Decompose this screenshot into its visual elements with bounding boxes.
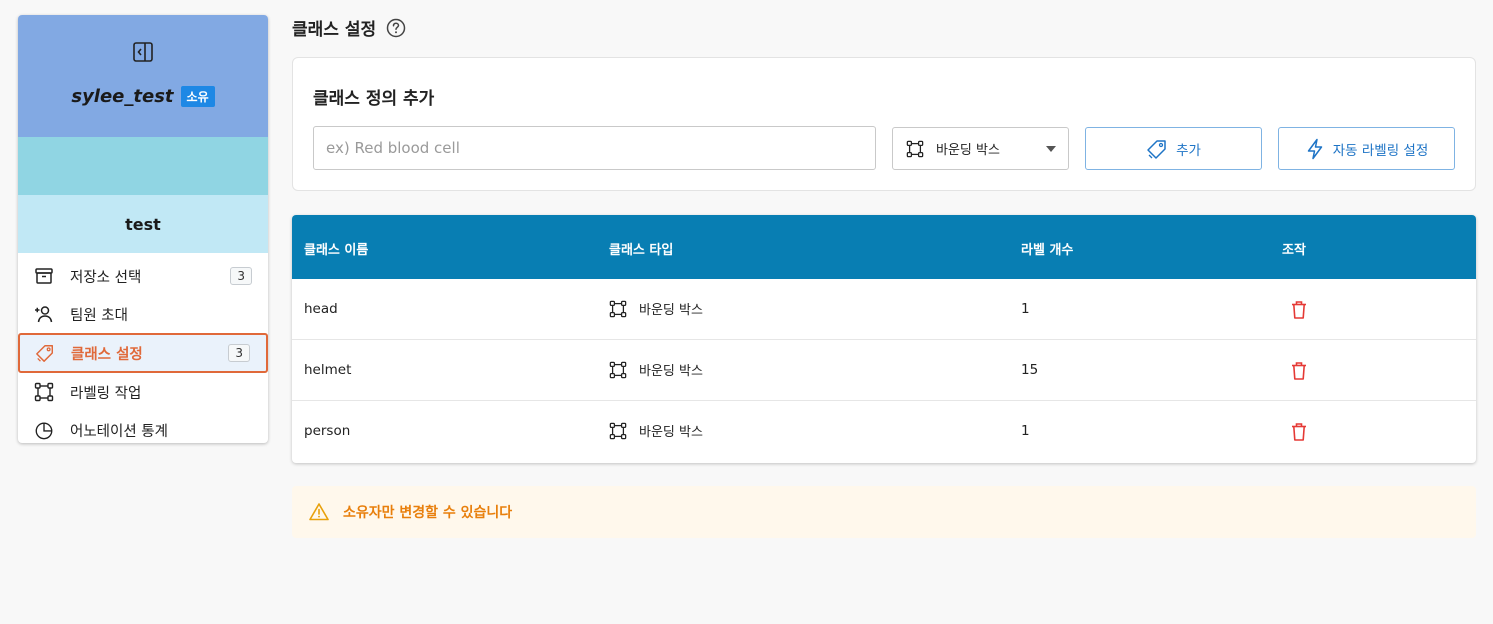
lightning-icon (1307, 138, 1322, 159)
sidebar-item-label: 라벨링 작업 (70, 385, 142, 402)
owner-badge: 소유 (180, 86, 215, 107)
sidebar-item-label: 클래스 설정 (71, 346, 143, 363)
table-row: head 바운딩 박스 1 (292, 279, 1476, 340)
page-title: 클래스 설정 (292, 20, 377, 40)
workspace-header: sylee_test 소유 (18, 15, 268, 137)
notice-text: 소유자만 변경할 수 있습니다 (343, 505, 513, 521)
table-header: 클래스 이름 클래스 타입 라벨 개수 조작 (292, 215, 1476, 279)
bounding-box-icon (609, 300, 627, 317)
sidebar-item-invite[interactable]: 팀원 초대 (18, 295, 268, 333)
bounding-box-icon (609, 422, 627, 439)
class-name-input[interactable] (313, 126, 876, 170)
sidebar: sylee_test 소유 test 저장소 선택 3 팀원 초대 클래스 설정… (18, 15, 268, 443)
sidebar-item-label: 어노테이션 통계 (70, 423, 168, 440)
class-name-cell: person (304, 423, 351, 439)
sidebar-item-repository[interactable]: 저장소 선택 3 (18, 257, 268, 295)
label-count-cell: 15 (1021, 362, 1039, 378)
class-type-select[interactable]: 바운딩 박스 (892, 127, 1069, 170)
trash-icon[interactable] (1290, 300, 1308, 320)
owner-only-notice: 소유자만 변경할 수 있습니다 (292, 486, 1476, 538)
column-header-name: 클래스 이름 (304, 243, 369, 258)
trash-icon[interactable] (1290, 422, 1308, 442)
label-count-cell: 1 (1021, 301, 1030, 317)
table-row: helmet 바운딩 박스 15 (292, 340, 1476, 401)
repository-count-badge: 3 (230, 267, 252, 285)
add-class-button[interactable]: 추가 (1085, 127, 1262, 170)
trash-icon[interactable] (1290, 361, 1308, 381)
label-count-cell: 1 (1021, 423, 1030, 439)
class-name-cell: head (304, 301, 338, 317)
project-name: test (18, 195, 268, 253)
class-type-cell: 바운딩 박스 (609, 421, 703, 440)
class-type-selected: 바운딩 박스 (936, 143, 1000, 158)
user-plus-icon (34, 304, 54, 324)
column-header-type: 클래스 타입 (609, 243, 674, 258)
auto-labeling-button[interactable]: 자동 라벨링 설정 (1278, 127, 1455, 170)
auto-labeling-label: 자동 라벨링 설정 (1332, 142, 1429, 159)
tag-icon (35, 343, 55, 363)
archive-icon (34, 266, 54, 286)
tag-icon (1147, 139, 1166, 159)
sidebar-item-class-settings[interactable]: 클래스 설정 3 (18, 333, 268, 373)
sidebar-item-label: 저장소 선택 (70, 269, 142, 286)
add-button-label: 추가 (1176, 142, 1201, 159)
page-header: 클래스 설정 (292, 15, 406, 40)
class-type-cell: 바운딩 박스 (609, 299, 703, 318)
collapse-sidebar-icon[interactable] (132, 41, 154, 63)
pie-chart-icon (34, 420, 54, 440)
class-count-badge: 3 (228, 344, 250, 362)
column-header-actions: 조작 (1282, 243, 1306, 258)
sidebar-item-label: 팀원 초대 (70, 307, 128, 324)
add-class-card: 클래스 정의 추가 바운딩 박스 추가 자동 라벨링 설정 (292, 57, 1476, 191)
class-type-label: 바운딩 박스 (639, 364, 703, 379)
add-class-title: 클래스 정의 추가 (313, 89, 435, 109)
class-type-cell: 바운딩 박스 (609, 360, 703, 379)
warning-icon (309, 503, 329, 521)
bounding-box-icon (906, 140, 924, 157)
class-type-label: 바운딩 박스 (639, 425, 703, 440)
class-name-cell: helmet (304, 362, 352, 378)
class-table: 클래스 이름 클래스 타입 라벨 개수 조작 head 바운딩 박스 1 hel… (292, 215, 1476, 463)
workspace-name: sylee_test (71, 86, 174, 107)
help-icon[interactable] (386, 18, 406, 38)
sidebar-item-statistics[interactable]: 어노테이션 통계 (18, 411, 268, 443)
column-header-count: 라벨 개수 (1021, 243, 1074, 258)
table-row: person 바운딩 박스 1 (292, 401, 1476, 462)
class-type-label: 바운딩 박스 (639, 303, 703, 318)
sidebar-menu: 저장소 선택 3 팀원 초대 클래스 설정 3 라벨링 작업 어노테이션 통계 (18, 253, 268, 443)
bounding-box-icon (34, 382, 54, 402)
workspace-band (18, 137, 268, 195)
chevron-down-icon (1046, 146, 1056, 152)
bounding-box-icon (609, 361, 627, 378)
sidebar-item-labeling[interactable]: 라벨링 작업 (18, 373, 268, 411)
